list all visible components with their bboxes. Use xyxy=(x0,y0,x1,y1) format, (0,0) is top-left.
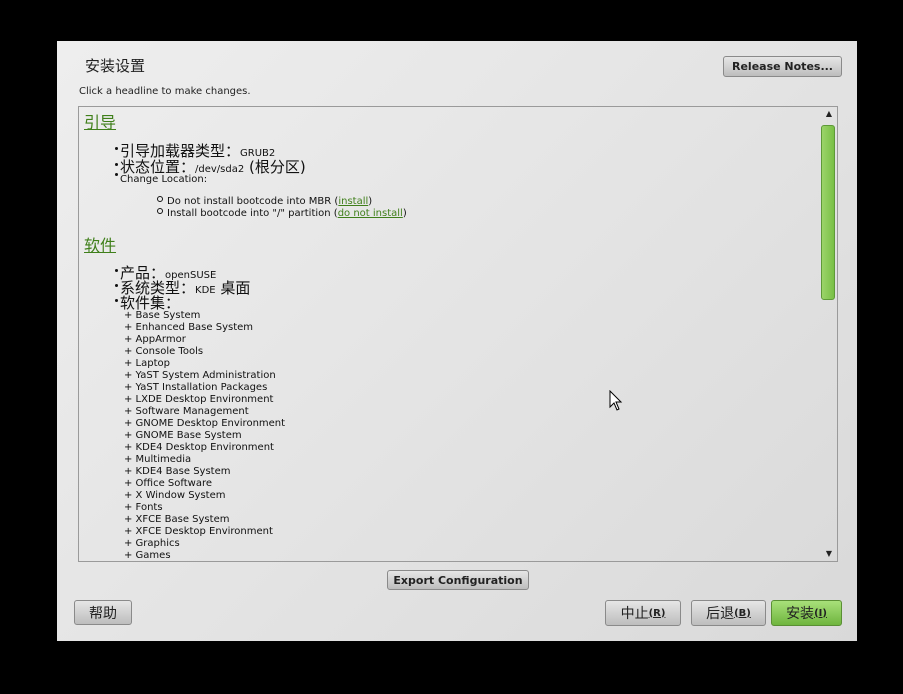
pattern-item: + LXDE Desktop Environment xyxy=(124,394,274,405)
pattern-item: + Games xyxy=(124,550,171,561)
install-button[interactable]: 安装 (I) xyxy=(771,600,842,626)
bullet xyxy=(115,269,118,272)
export-configuration-button[interactable]: Export Configuration xyxy=(387,570,529,590)
pattern-item: + XFCE Base System xyxy=(124,514,230,525)
circle-bullet xyxy=(157,208,163,214)
close-paren: ) xyxy=(402,208,407,219)
pattern-item: + Multimedia xyxy=(124,454,192,465)
pattern-item: + GNOME Base System xyxy=(124,430,242,441)
pattern-item: + Console Tools xyxy=(124,346,204,357)
scroll-up-arrow-icon[interactable]: ▲ xyxy=(826,109,832,118)
pattern-item: + X Window System xyxy=(124,490,226,501)
installation-settings-window: 安装设置 Release Notes... Click a headline t… xyxy=(57,41,857,641)
pattern-item: + AppArmor xyxy=(124,334,186,345)
help-button[interactable]: 帮助 xyxy=(74,600,132,625)
install-mbr-link[interactable]: install xyxy=(338,196,368,207)
bullet xyxy=(115,147,118,150)
pattern-item: + GNOME Desktop Environment xyxy=(124,418,286,429)
install-button-label: 安装 xyxy=(786,606,815,622)
pattern-item: + Software Management xyxy=(124,406,249,417)
mouse-pointer-icon xyxy=(609,390,623,411)
circle-bullet xyxy=(157,196,163,202)
abort-button[interactable]: 中止 (R) xyxy=(605,600,681,626)
window-title: 安装设置 xyxy=(85,57,146,75)
settings-overview-panel[interactable]: 引导 引导加载器类型：GRUB2 状态位置：/dev/sda2 (根分区) Ch… xyxy=(78,106,838,562)
pattern-item: + Laptop xyxy=(124,358,170,369)
pattern-item: + Office Software xyxy=(124,478,213,489)
vertical-scrollbar[interactable]: ▲ ▼ xyxy=(819,107,837,561)
abort-accelerator: (R) xyxy=(648,607,666,619)
bullet xyxy=(115,173,118,176)
system-type-suffix: 桌面 xyxy=(215,279,251,297)
back-accelerator: (B) xyxy=(734,607,751,619)
release-notes-button[interactable]: Release Notes... xyxy=(723,56,842,77)
booting-heading-link[interactable]: 引导 xyxy=(84,109,116,133)
abort-button-label: 中止 xyxy=(620,606,649,622)
pattern-item: + Base System xyxy=(124,310,201,321)
close-paren: ) xyxy=(368,196,373,207)
bullet xyxy=(115,284,118,287)
software-heading-link[interactable]: 软件 xyxy=(84,232,116,256)
pattern-item: + Enhanced Base System xyxy=(124,322,254,333)
change-location-label: Change Location: xyxy=(120,174,208,185)
mbr-option-text: Do not install bootcode into MBR ( xyxy=(167,196,339,207)
back-button[interactable]: 后退 (B) xyxy=(691,600,766,626)
scrollbar-thumb[interactable] xyxy=(821,125,835,300)
install-accelerator: (I) xyxy=(814,607,827,619)
pattern-item: + XFCE Desktop Environment xyxy=(124,526,273,537)
pattern-item: + KDE4 Desktop Environment xyxy=(124,442,274,453)
pattern-item: + Fonts xyxy=(124,502,163,513)
system-type-value: KDE xyxy=(195,285,216,296)
pattern-item: + KDE4 Base System xyxy=(124,466,231,477)
pattern-item: + YaST Installation Packages xyxy=(124,382,268,393)
back-button-label: 后退 xyxy=(706,606,735,622)
boot-location-suffix: (根分区) xyxy=(244,158,306,176)
bullet xyxy=(115,299,118,302)
mbr-option: Do not install bootcode into MBR (instal… xyxy=(157,196,372,207)
root-partition-option: Install bootcode into "/" partition (do … xyxy=(157,208,407,219)
scroll-down-arrow-icon[interactable]: ▼ xyxy=(826,549,832,558)
do-not-install-link[interactable]: do not install xyxy=(338,208,403,219)
change-location-item: Change Location: xyxy=(115,173,207,185)
root-partition-option-text: Install bootcode into "/" partition ( xyxy=(167,208,338,219)
pattern-item: + Graphics xyxy=(124,538,180,549)
pattern-item: + YaST System Administration xyxy=(124,370,276,381)
bullet xyxy=(115,163,118,166)
hint-text: Click a headline to make changes. xyxy=(79,86,251,97)
